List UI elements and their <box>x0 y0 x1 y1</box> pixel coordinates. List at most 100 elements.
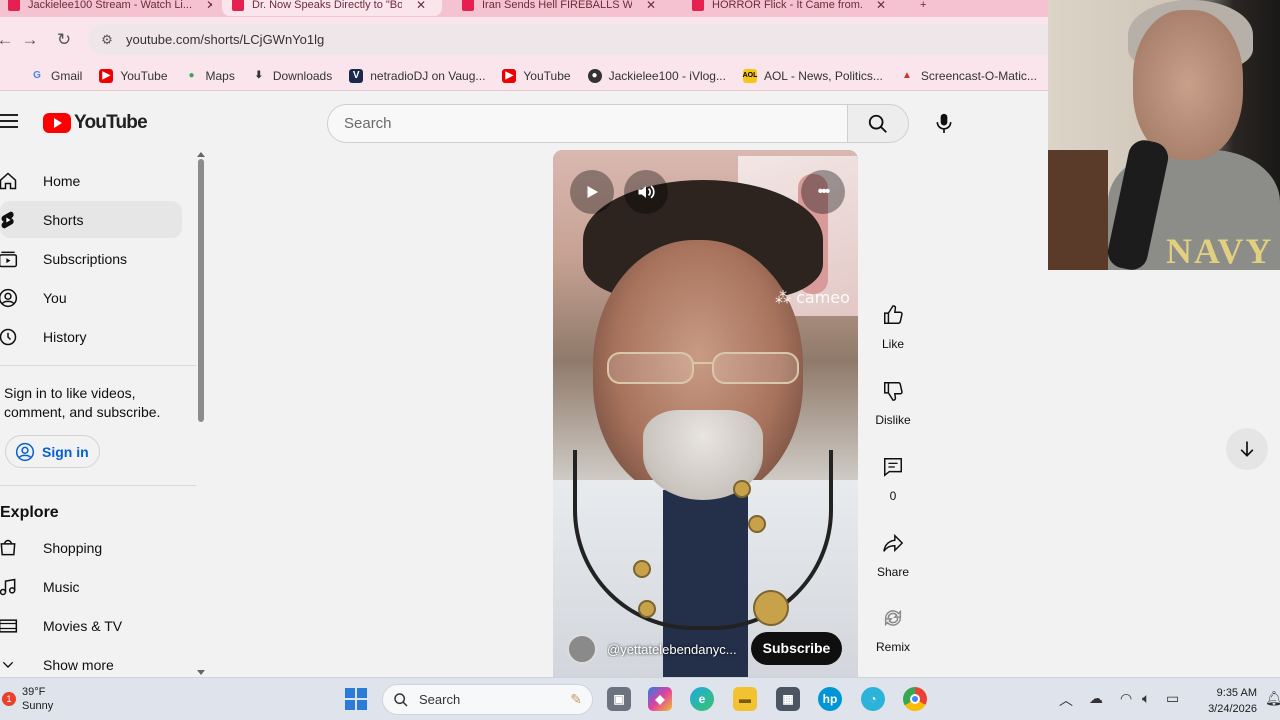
dislike-button[interactable] <box>873 371 913 411</box>
short-video-player[interactable]: ••• ⁂ cameo @yettatelebendanyc... Subscr… <box>553 150 858 677</box>
browser-tab[interactable]: Iran Sends Hell FIREBALLS Wit... ✕ <box>452 0 672 16</box>
sidebar-item-you[interactable]: You <box>0 279 182 316</box>
sidebar: Home Shorts Subscriptions You History Si… <box>0 155 200 677</box>
search-input[interactable]: Search <box>327 104 848 143</box>
bookmark-youtube-2[interactable]: ▶ YouTube <box>502 68 571 83</box>
sidebar-item-subscriptions[interactable]: Subscriptions <box>0 240 182 277</box>
channel-avatar[interactable] <box>567 634 597 664</box>
sidebar-scrollbar[interactable] <box>198 159 204 422</box>
wifi-icon[interactable]: ◠ <box>1120 690 1132 707</box>
address-bar-row: ← → ↻ ⚙ youtube.com/shorts/LCjGWnYo1lg <box>0 17 1048 61</box>
sign-in-button[interactable]: Sign in <box>5 435 100 468</box>
bookmark-gmail[interactable]: G Gmail <box>30 69 82 83</box>
bookmark-aol[interactable]: AOL AOL - News, Politics... <box>743 68 883 83</box>
weather-temp: 39°F <box>22 686 46 698</box>
thumbs-down-icon <box>884 382 903 401</box>
bookmark-netradiodj[interactable]: VnetradioDJ on Vaug... <box>349 68 485 83</box>
task-view-icon[interactable]: ▣ <box>607 687 631 711</box>
hamburger-menu-icon[interactable] <box>0 114 18 130</box>
app-icon[interactable]: ◔ <box>861 687 885 711</box>
url-text[interactable]: youtube.com/shorts/LCjGWnYo1lg <box>126 32 324 47</box>
signin-prompt: Sign in to like videos, comment, and sub… <box>4 385 161 420</box>
sidebar-item-history[interactable]: History <box>0 318 182 355</box>
windows-taskbar: 1 39°F Sunny Search ✎ ▣ ◆ e ▬ ▦ hp ◔ ︿ ☁ … <box>0 677 1280 720</box>
tray-overflow-icon[interactable]: ︿ <box>1059 690 1073 710</box>
browser-tab-active[interactable]: Dr. Now Speaks Directly to "Bo... ✕ <box>222 0 442 16</box>
channel-info[interactable]: @yettatelebendanyc... <box>567 634 739 664</box>
sidebar-item-shopping[interactable]: Shopping <box>0 529 182 566</box>
file-explorer-icon[interactable]: ▬ <box>733 687 757 711</box>
youtube-logo[interactable]: YouTube <box>43 112 148 134</box>
bookmark-youtube[interactable]: ▶ YouTube <box>99 68 168 83</box>
edge-icon[interactable]: e <box>690 687 714 711</box>
system-clock[interactable]: 9:35 AM 3/24/2026 <box>1195 685 1257 717</box>
comments-action[interactable]: 0 <box>873 447 913 503</box>
subscribe-button[interactable]: Subscribe <box>751 632 842 665</box>
dislike-action[interactable]: Dislike <box>873 371 913 427</box>
copilot-icon[interactable]: ◆ <box>648 687 672 711</box>
channel-name[interactable]: @yettatelebendanyc... <box>607 642 739 657</box>
comments-button[interactable] <box>873 447 913 487</box>
omnibox[interactable]: ⚙ youtube.com/shorts/LCjGWnYo1lg <box>88 24 1048 55</box>
scroll-up-arrow[interactable] <box>197 152 205 157</box>
reload-button[interactable]: ↻ <box>53 29 75 51</box>
volume-tray-icon[interactable]: 🔈︎ <box>1142 690 1150 707</box>
bookmark-jackielee100[interactable]: ● Jackielee100 - iVlog... <box>587 68 726 83</box>
video-medal <box>638 600 656 618</box>
close-tab-icon[interactable]: ✕ <box>206 0 212 12</box>
notification-bell-icon[interactable]: 🔔︎ <box>1265 690 1280 707</box>
sidebar-item-movies[interactable]: Movies & TV <box>0 607 182 644</box>
more-options-button[interactable]: ••• <box>801 170 845 214</box>
sidebar-item-shorts[interactable]: Shorts <box>0 201 182 238</box>
youtube-favicon-icon <box>692 0 704 11</box>
voice-search-button[interactable] <box>925 104 963 142</box>
youtube-play-logo-icon <box>43 113 71 133</box>
tab-title: HORROR Flick - It Came from... <box>712 0 862 11</box>
scroll-down-arrow[interactable] <box>197 670 205 675</box>
weather-widget[interactable]: 1 39°F Sunny <box>2 685 53 713</box>
hp-icon[interactable]: hp <box>818 687 842 711</box>
browser-tab[interactable]: Jackielee100 Stream - Watch Li... ✕ <box>0 0 212 16</box>
like-action[interactable]: Like <box>873 295 913 351</box>
sidebar-item-music[interactable]: Music <box>0 568 182 605</box>
play-button[interactable] <box>570 170 614 214</box>
battery-icon[interactable]: ▭ <box>1166 690 1179 707</box>
onedrive-icon[interactable]: ☁ <box>1089 690 1103 707</box>
youtube-favicon-icon <box>8 0 20 11</box>
close-tab-icon[interactable]: ✕ <box>876 0 886 12</box>
share-action[interactable]: Share <box>873 523 913 579</box>
remix-action[interactable]: Remix <box>873 598 913 654</box>
back-button[interactable]: ← <box>0 29 16 51</box>
person-icon <box>0 288 18 308</box>
music-icon <box>0 577 18 597</box>
start-button[interactable] <box>345 688 367 710</box>
remix-button[interactable] <box>873 598 913 638</box>
search-icon <box>394 692 408 707</box>
store-icon[interactable]: ▦ <box>776 687 800 711</box>
sidebar-item-home[interactable]: Home <box>0 162 182 199</box>
film-icon <box>0 616 18 636</box>
browser-tab[interactable]: HORROR Flick - It Came from... ✕ <box>682 0 902 16</box>
next-video-button[interactable] <box>1226 428 1268 470</box>
share-button[interactable] <box>873 523 913 563</box>
close-tab-icon[interactable]: ✕ <box>646 0 656 12</box>
clock-time: 9:35 AM <box>1216 687 1257 699</box>
more-vert-icon: ••• <box>817 183 831 200</box>
close-tab-icon[interactable]: ✕ <box>416 0 426 12</box>
like-button[interactable] <box>873 295 913 335</box>
map-pin-icon: ● <box>188 70 195 81</box>
explore-heading: Explore <box>0 504 59 521</box>
chrome-icon[interactable] <box>903 687 927 711</box>
youtube-icon: ▶ <box>99 68 114 83</box>
taskbar-search[interactable]: Search ✎ <box>382 684 593 715</box>
site-settings-icon[interactable]: ⚙ <box>98 32 116 48</box>
comment-icon <box>884 458 902 477</box>
bookmark-maps[interactable]: ● Maps <box>185 69 234 83</box>
shirt-print: NAVY <box>1166 231 1274 270</box>
bookmark-screencast[interactable]: ▲ Screencast-O-Matic... <box>900 69 1037 83</box>
new-tab-button[interactable]: + <box>910 0 934 16</box>
volume-button[interactable] <box>624 170 668 214</box>
search-button[interactable] <box>847 104 909 143</box>
bookmark-downloads[interactable]: ⬇ Downloads <box>252 69 333 83</box>
forward-button[interactable]: → <box>19 29 41 51</box>
